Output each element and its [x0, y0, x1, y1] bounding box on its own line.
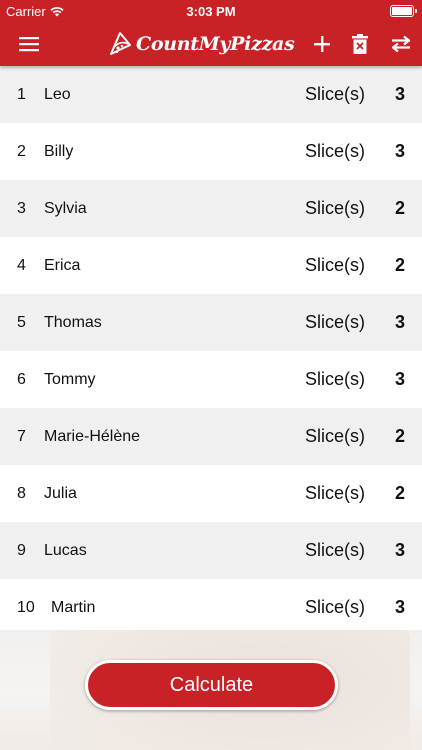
slice-count: 2 [394, 426, 405, 446]
clock: 3:03 PM [186, 4, 236, 19]
add-icon[interactable] [308, 30, 336, 58]
menu-icon[interactable] [15, 30, 43, 58]
slice-unit-label: Slice(s) [305, 198, 366, 218]
participant-name: Thomas [44, 313, 102, 331]
list-item[interactable]: 9 Lucas Slice(s) 3 [0, 522, 422, 579]
row-index: 9 [17, 541, 26, 559]
slice-count: 3 [394, 369, 405, 389]
row-index: 10 [17, 598, 35, 616]
slice-unit-label: Slice(s) [305, 255, 366, 275]
slice-count: 3 [394, 597, 405, 617]
list-item[interactable]: 5 Thomas Slice(s) 3 [0, 294, 422, 351]
logo-text: CountMyPizzas [136, 33, 295, 55]
participant-name: Billy [44, 142, 74, 160]
slice-count: 3 [394, 84, 405, 104]
list-item[interactable]: 6 Tommy Slice(s) 3 [0, 351, 422, 408]
list-item[interactable]: 2 Billy Slice(s) 3 [0, 123, 422, 180]
participant-name: Sylvia [44, 199, 87, 217]
slice-count: 3 [394, 540, 405, 560]
slice-unit-label: Slice(s) [305, 597, 366, 617]
slice-unit-label: Slice(s) [305, 483, 366, 503]
status-bar: Carrier 3:03 PM [0, 0, 422, 22]
row-index: 1 [17, 85, 26, 103]
calculate-button[interactable]: Calculate [85, 660, 338, 710]
slice-count: 2 [394, 483, 405, 503]
slice-unit-label: Slice(s) [305, 426, 366, 446]
slice-count: 3 [394, 141, 405, 161]
row-index: 3 [17, 199, 26, 217]
slice-unit-label: Slice(s) [305, 84, 366, 104]
slice-unit-label: Slice(s) [305, 540, 366, 560]
row-index: 8 [17, 484, 26, 502]
list-item[interactable]: 10 Martin Slice(s) 3 [0, 579, 422, 636]
list-item[interactable]: 1 Leo Slice(s) 3 [0, 66, 422, 123]
slice-unit-label: Slice(s) [305, 312, 366, 332]
swap-icon[interactable] [387, 30, 415, 58]
row-index: 2 [17, 142, 26, 160]
participant-name: Lucas [44, 541, 87, 559]
list-item[interactable]: 4 Erica Slice(s) 2 [0, 237, 422, 294]
row-index: 4 [17, 256, 26, 274]
slice-count: 2 [394, 198, 405, 218]
participant-name: Julia [44, 484, 77, 502]
participant-list: 1 Leo Slice(s) 3 2 Billy Slice(s) 3 3 Sy… [0, 66, 422, 636]
slice-count: 2 [394, 255, 405, 275]
participant-name: Erica [44, 256, 81, 274]
row-index: 6 [17, 370, 26, 388]
pizza-slice-icon [110, 32, 131, 55]
row-index: 7 [17, 427, 26, 445]
slice-count: 3 [394, 312, 405, 332]
list-item[interactable]: 8 Julia Slice(s) 2 [0, 465, 422, 522]
list-item[interactable]: 7 Marie-Hélène Slice(s) 2 [0, 408, 422, 465]
list-item[interactable]: 3 Sylvia Slice(s) 2 [0, 180, 422, 237]
app-logo: CountMyPizzas [108, 28, 295, 60]
participant-name: Leo [44, 85, 71, 103]
slice-unit-label: Slice(s) [305, 369, 366, 389]
participant-name: Martin [51, 598, 96, 616]
row-index: 5 [17, 313, 26, 331]
nav-bar: CountMyPizzas [0, 22, 422, 66]
delete-icon[interactable] [346, 30, 374, 58]
battery-icon [390, 5, 417, 17]
participant-name: Tommy [44, 370, 96, 388]
slice-unit-label: Slice(s) [305, 141, 366, 161]
participant-name: Marie-Hélène [44, 427, 141, 445]
